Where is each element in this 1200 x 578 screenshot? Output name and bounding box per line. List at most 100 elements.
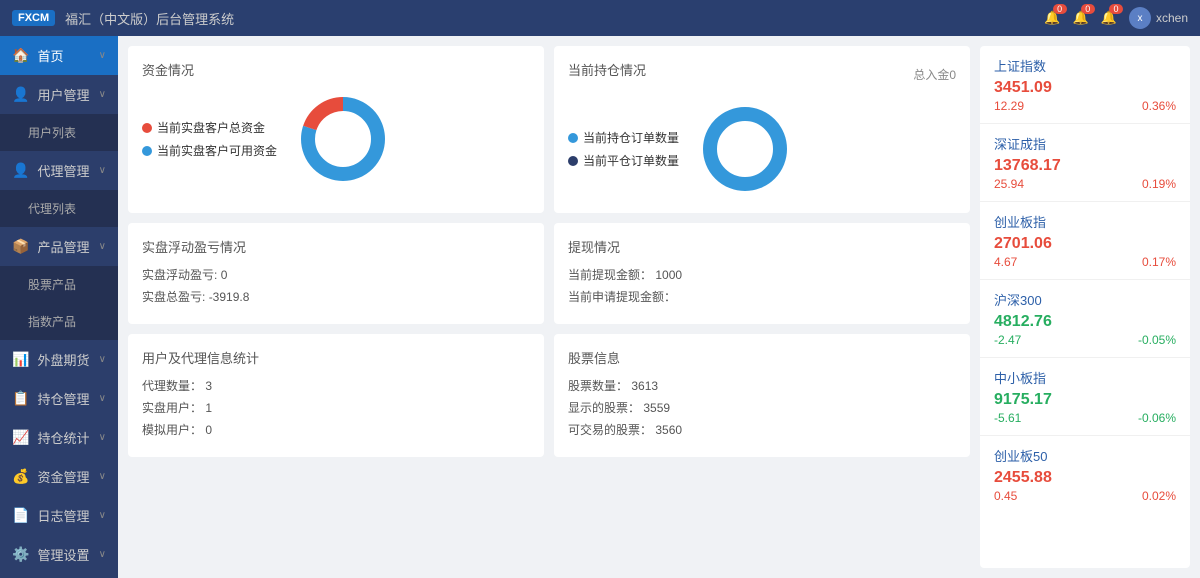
- index-change-row-1: 25.94 0.19%: [994, 177, 1176, 191]
- sidebar-item-admin-settings[interactable]: ⚙️ 管理设置 ∨: [0, 535, 118, 574]
- sidebar-item-position-stats[interactable]: 📈 持仓统计 ∨: [0, 418, 118, 457]
- index-value-4: 9175.17: [994, 391, 1176, 409]
- topbar-title: 福汇（中文版）后台管理系统: [65, 9, 1044, 28]
- withdraw-card: 提现情况 当前提现金额： 1000 当前申请提现金额：: [554, 223, 970, 324]
- funds-title: 资金情况: [142, 60, 530, 79]
- withdraw-item-2: 当前申请提现金额：: [568, 288, 956, 305]
- index-value-2: 2701.06: [994, 235, 1176, 253]
- sidebar-label-log-mgmt: 日志管理: [37, 506, 98, 525]
- demo-user-label: 模拟用户：: [142, 423, 202, 437]
- content-area: 资金情况 当前实盘客户总资金 当前实盘客户可用资金: [118, 36, 1200, 578]
- sidebar-item-user-mgmt[interactable]: 👤 用户管理 ∨: [0, 75, 118, 114]
- home-icon: 🏠: [12, 47, 29, 64]
- index-change-4: -5.61: [994, 411, 1021, 425]
- funds-legend-dot-2: [142, 146, 152, 156]
- agent-mgmt-icon: 👤: [12, 162, 29, 179]
- overseas-futures-icon: 📊: [12, 351, 29, 368]
- stock-tradable-value: 3560: [655, 423, 682, 437]
- sidebar-item-overseas-futures[interactable]: 📊 外盘期货 ∨: [0, 340, 118, 379]
- stock-count-value: 3613: [631, 379, 658, 393]
- index-name-3: 沪深300: [994, 290, 1176, 309]
- sidebar-item-product-mgmt[interactable]: 📦 产品管理 ∨: [0, 227, 118, 266]
- index-name-5: 创业板50: [994, 446, 1176, 465]
- positions-donut-container: 当前持仓订单数量 当前平仓订单数量: [568, 99, 956, 199]
- position-stats-icon: 📈: [12, 429, 29, 446]
- topbar-icons: 🔔 0 🔔 0 🔔 0 x xchen: [1044, 7, 1188, 29]
- funds-legend: 当前实盘客户总资金 当前实盘客户可用资金: [142, 119, 277, 159]
- positions-legend-dot-1: [568, 133, 578, 143]
- sidebar-item-index-product[interactable]: 指数产品: [0, 303, 118, 340]
- index-change-2: 4.67: [994, 255, 1017, 269]
- sidebar-label-admin-settings: 管理设置: [37, 545, 98, 564]
- float-pnl-content: 实盘浮动盈亏: 0 实盘总盈亏: -3919.8: [142, 266, 530, 305]
- agent-count-row: 代理数量： 3: [142, 377, 530, 394]
- sidebar-item-position-mgmt[interactable]: 📋 持仓管理 ∨: [0, 379, 118, 418]
- sidebar-item-log-mgmt[interactable]: 📄 日志管理 ∨: [0, 496, 118, 535]
- arrow-user-mgmt: ∨: [99, 89, 106, 100]
- index-item-5: 创业板50 2455.88 0.45 0.02%: [980, 436, 1190, 513]
- arrow-overseas-futures: ∨: [99, 354, 106, 365]
- float-pnl-value-2: -3919.8: [209, 290, 250, 304]
- sidebar-item-agent-mgmt[interactable]: 👤 代理管理 ∨: [0, 151, 118, 190]
- stock-tradable-label: 可交易的股票：: [568, 423, 652, 437]
- positions-legend-label-1: 当前持仓订单数量: [583, 129, 679, 146]
- float-pnl-label-1: 实盘浮动盈亏:: [142, 268, 217, 282]
- badge-1: 0: [1053, 4, 1067, 14]
- fund-mgmt-icon: 💰: [12, 468, 29, 485]
- stock-display-label: 显示的股票：: [568, 401, 640, 415]
- notification-bell-3[interactable]: 🔔 0: [1101, 10, 1117, 26]
- funds-legend-item-2: 当前实盘客户可用资金: [142, 142, 277, 159]
- sidebar-sub-agent: 代理列表: [0, 190, 118, 227]
- funds-legend-label-2: 当前实盘客户可用资金: [157, 142, 277, 159]
- positions-total: 总入金0: [913, 66, 956, 83]
- sidebar: 🏠 首页 ∨ 👤 用户管理 ∨ 用户列表 👤 代理管理 ∨ 代理列表 📦 产品: [0, 36, 118, 578]
- index-value-0: 3451.09: [994, 79, 1176, 97]
- sidebar-item-stock-product[interactable]: 股票产品: [0, 266, 118, 303]
- user-agent-stats-title: 用户及代理信息统计: [142, 348, 530, 367]
- positions-title: 当前持仓情况: [568, 60, 646, 79]
- positions-legend-label-2: 当前平仓订单数量: [583, 152, 679, 169]
- product-mgmt-icon: 📦: [12, 238, 29, 255]
- index-change-5: 0.45: [994, 489, 1017, 503]
- positions-legend-item-2: 当前平仓订单数量: [568, 152, 679, 169]
- user-agent-stats-content: 代理数量： 3 实盘用户： 1 模拟用户： 0: [142, 377, 530, 438]
- stock-count-row: 股票数量： 3613: [568, 377, 956, 394]
- float-pnl-item-1: 实盘浮动盈亏: 0: [142, 266, 530, 283]
- sidebar-item-agent-list[interactable]: 代理列表: [0, 190, 118, 227]
- positions-legend: 当前持仓订单数量 当前平仓订单数量: [568, 129, 679, 169]
- user-agent-stats-card: 用户及代理信息统计 代理数量： 3 实盘用户： 1 模拟用户： 0: [128, 334, 544, 457]
- sidebar-item-risk-settings[interactable]: 🛡️ 风控设置 ∨: [0, 574, 118, 578]
- index-item-3: 沪深300 4812.76 -2.47 -0.05%: [980, 280, 1190, 358]
- sidebar-label-fund-mgmt: 资金管理: [37, 467, 98, 486]
- arrow-product-mgmt: ∨: [99, 241, 106, 252]
- notification-bell-1[interactable]: 🔔 0: [1044, 10, 1060, 26]
- demo-user-row: 模拟用户： 0: [142, 421, 530, 438]
- arrow-admin-settings: ∨: [99, 549, 106, 560]
- positions-card: 当前持仓情况 总入金0 当前持仓订单数量 当前平仓订单数量: [554, 46, 970, 213]
- sidebar-item-user-list[interactable]: 用户列表: [0, 114, 118, 151]
- float-pnl-item-2: 实盘总盈亏: -3919.8: [142, 288, 530, 305]
- index-change-row-3: -2.47 -0.05%: [994, 333, 1176, 347]
- row-1: 资金情况 当前实盘客户总资金 当前实盘客户可用资金: [128, 46, 970, 213]
- username: xchen: [1156, 11, 1188, 25]
- index-item-1: 深证成指 13768.17 25.94 0.19%: [980, 124, 1190, 202]
- sidebar-item-home[interactable]: 🏠 首页 ∨: [0, 36, 118, 75]
- funds-donut-container: 当前实盘客户总资金 当前实盘客户可用资金: [142, 89, 530, 189]
- demo-user-value: 0: [205, 423, 212, 437]
- arrow-home: ∨: [99, 50, 106, 61]
- user-info[interactable]: x xchen: [1129, 7, 1188, 29]
- sidebar-item-fund-mgmt[interactable]: 💰 资金管理 ∨: [0, 457, 118, 496]
- funds-legend-dot-1: [142, 123, 152, 133]
- notification-bell-2[interactable]: 🔔 0: [1073, 10, 1089, 26]
- positions-header: 当前持仓情况 总入金0: [568, 60, 956, 89]
- index-name-2: 创业板指: [994, 212, 1176, 231]
- index-change-row-4: -5.61 -0.06%: [994, 411, 1176, 425]
- funds-legend-item-1: 当前实盘客户总资金: [142, 119, 277, 136]
- sidebar-label-overseas-futures: 外盘期货: [37, 350, 98, 369]
- index-value-3: 4812.76: [994, 313, 1176, 331]
- live-user-label: 实盘用户：: [142, 401, 202, 415]
- index-pct-2: 0.17%: [1142, 255, 1176, 269]
- stock-display-value: 3559: [643, 401, 670, 415]
- stock-count-label: 股票数量：: [568, 379, 628, 393]
- sidebar-label-agent-mgmt: 代理管理: [37, 161, 98, 180]
